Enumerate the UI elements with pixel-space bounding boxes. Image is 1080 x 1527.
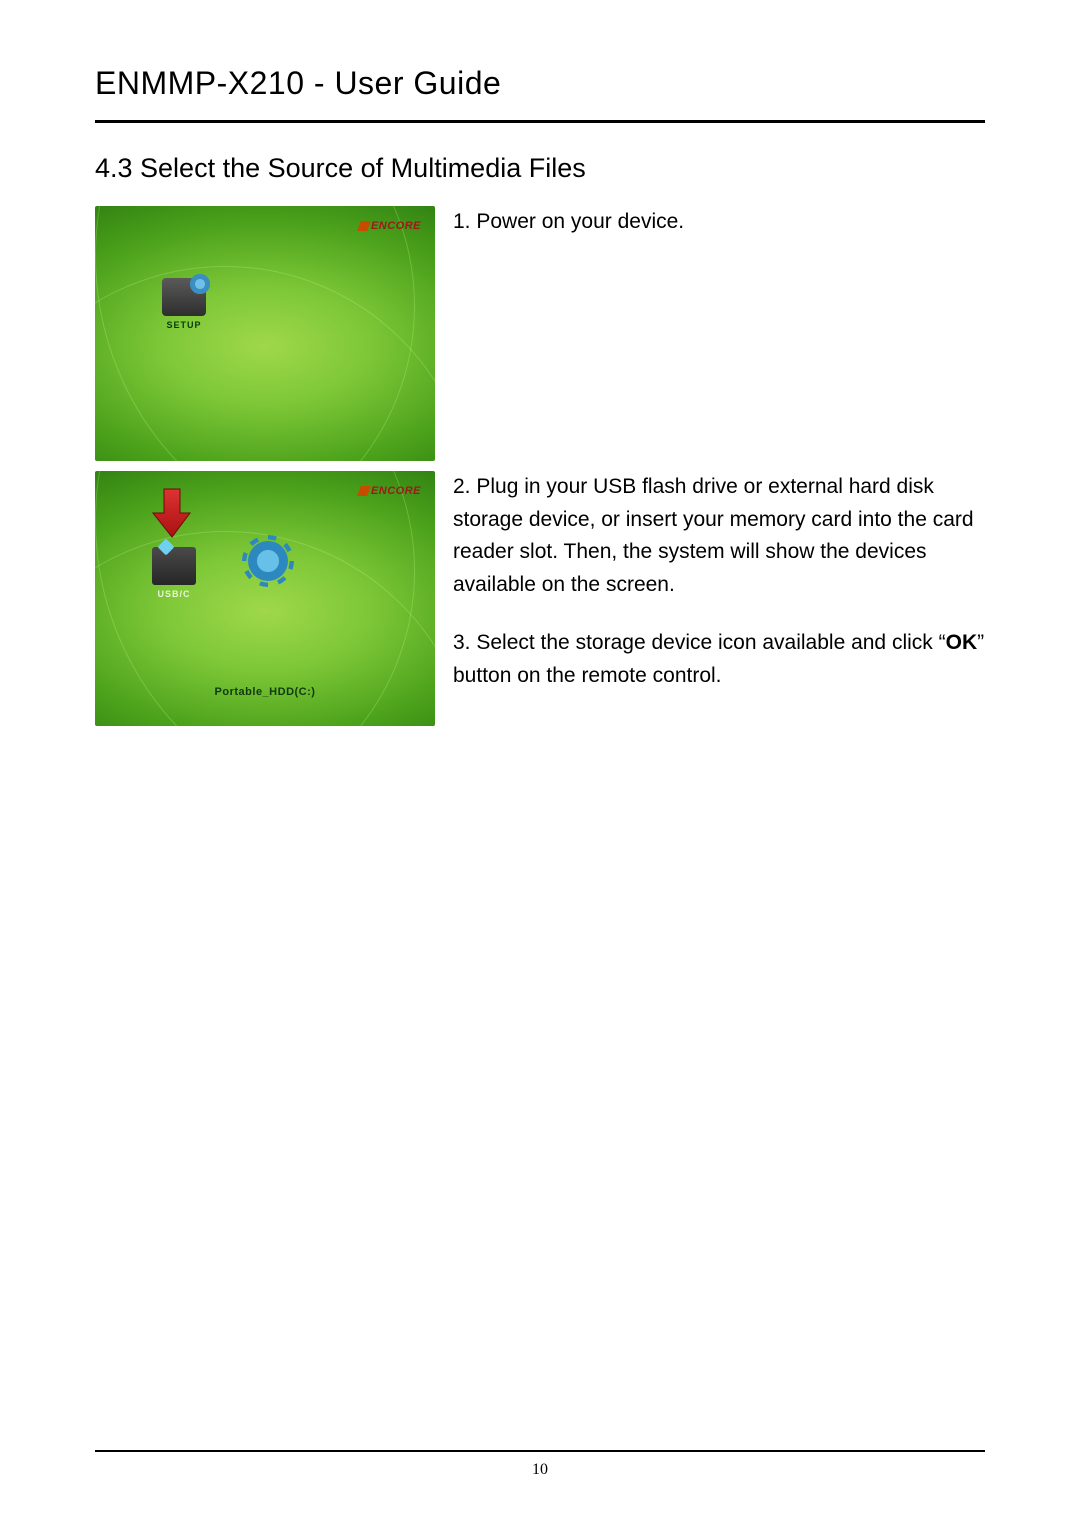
gear-icon: [237, 541, 299, 581]
brand-logo: ENCORE: [359, 485, 421, 497]
brand-logo: ENCORE: [359, 220, 421, 232]
divider-top: [95, 120, 985, 123]
document-title: ENMMP-X210 - User Guide: [95, 65, 985, 102]
screenshot-1: ENCORE SETUP: [95, 206, 435, 461]
page-number: 10: [0, 1461, 1080, 1479]
section-heading: 4.3 Select the Source of Multimedia File…: [95, 153, 985, 184]
step-1-paragraph: 1. Power on your device.: [453, 206, 684, 239]
screenshot-2: ENCORE USB/C Portab: [95, 471, 435, 726]
gear-glyph-icon: [248, 541, 288, 581]
step-2-3-text: 2. Plug in your USB flash drive or exter…: [453, 471, 985, 718]
step-3-pre: 3. Select the storage device icon availa…: [453, 631, 946, 654]
screenshot2-bottom-label: Portable_HDD(C:): [95, 686, 435, 698]
usb-icon: USB/C: [143, 547, 205, 599]
step-3-paragraph: 3. Select the storage device icon availa…: [453, 627, 985, 692]
usb-label: USB/C: [143, 589, 205, 599]
step-2-paragraph: 2. Plug in your USB flash drive or exter…: [453, 471, 985, 601]
setup-icon: SETUP: [153, 278, 215, 330]
divider-bottom: [95, 1450, 985, 1452]
setup-glyph-icon: [162, 278, 206, 316]
step-row-2: ENCORE USB/C Portab: [95, 471, 985, 726]
step-row-1: ENCORE SETUP 1. Power on your device.: [95, 206, 985, 461]
hdd-glyph-icon: [152, 547, 196, 585]
step-1-text: 1. Power on your device.: [453, 206, 684, 265]
setup-label: SETUP: [153, 320, 215, 330]
step-3-bold: OK: [946, 631, 978, 654]
